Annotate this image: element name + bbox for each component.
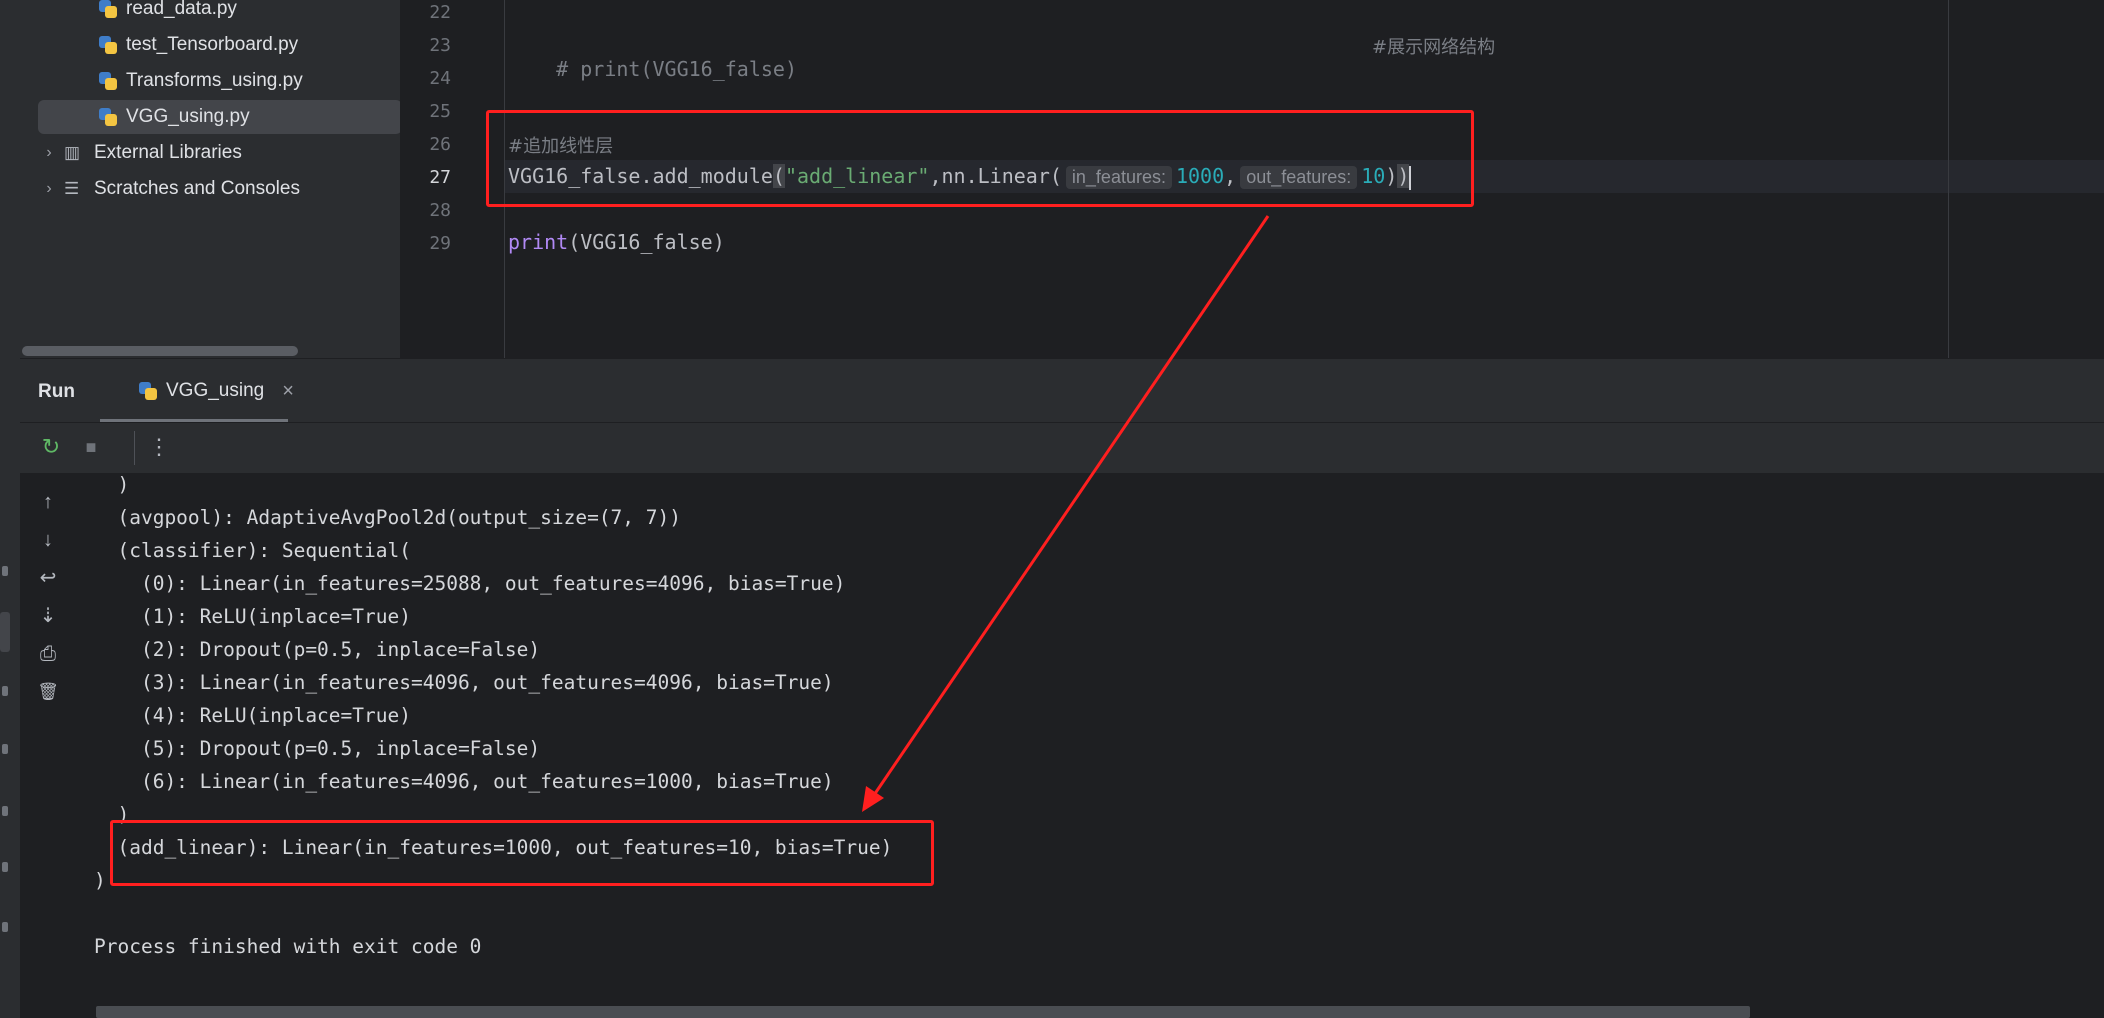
tree-horizontal-scrollbar[interactable] (22, 346, 298, 356)
code-builtin: print (508, 230, 569, 254)
annotation-box-output (110, 820, 934, 886)
line-number: 28 (429, 200, 451, 221)
tree-item-external-libraries[interactable]: › ▥ External Libraries (40, 136, 380, 170)
code-trailing-comment: #展示网络结构 (1372, 37, 1496, 58)
run-tab-vgg-using[interactable]: VGG_using × (100, 359, 294, 423)
code-line-23: # print(VGG16_false) (508, 33, 797, 105)
more-options-icon[interactable]: ⋮ (144, 432, 174, 462)
console-line: (classifier): Sequential( (94, 539, 411, 562)
line-number: 23 (429, 35, 451, 56)
python-file-icon (98, 0, 118, 19)
python-file-icon (98, 71, 118, 91)
tool-icon-selected[interactable] (0, 612, 10, 652)
code-comment: # print(VGG16_false) (556, 57, 797, 81)
code-line-29: print(VGG16_false) (508, 230, 725, 254)
print-icon[interactable]: ⎙ (35, 641, 61, 667)
console-line: (2): Dropout(p=0.5, inplace=False) (94, 638, 541, 661)
tool-icon[interactable] (2, 566, 8, 576)
line-number: 24 (429, 68, 451, 89)
scroll-down-icon[interactable]: ↓ (35, 527, 61, 553)
tree-item-label: VGG_using.py (126, 106, 250, 127)
line-number: 22 (429, 2, 451, 23)
console-horizontal-scrollbar[interactable] (96, 1006, 1750, 1018)
tool-icon[interactable] (2, 806, 8, 816)
run-tab-label: VGG_using (166, 380, 265, 401)
console-line: ) (94, 473, 130, 496)
annotation-box-code (486, 110, 1474, 207)
run-toolbar: ↻ ■ ⋮ (20, 422, 2104, 474)
tree-item-label: read_data.py (126, 0, 237, 19)
console-line: (5): Dropout(p=0.5, inplace=False) (94, 737, 541, 760)
line-number: 26 (429, 134, 451, 155)
stop-icon[interactable]: ■ (76, 432, 106, 462)
python-file-icon (98, 35, 118, 55)
right-margin-guide (1948, 0, 1949, 358)
tree-item-read-data[interactable]: read_data.py (98, 0, 398, 26)
library-icon: ▥ (64, 143, 81, 162)
tree-item-test-tensorboard[interactable]: test_Tensorboard.py (98, 28, 398, 62)
soft-wrap-icon[interactable]: ↩ (35, 565, 61, 591)
python-file-icon (138, 381, 158, 401)
console-output[interactable]: ) (avgpool): AdaptiveAvgPool2d(output_si… (74, 473, 2104, 1018)
tree-item-scratches[interactable]: › ☰ Scratches and Consoles (40, 172, 380, 206)
scratches-icon: ☰ (64, 179, 80, 198)
console-line: (6): Linear(in_features=4096, out_featur… (94, 770, 834, 793)
run-panel-title: Run (38, 381, 75, 402)
tool-icon[interactable] (2, 922, 8, 932)
tree-item-label: Transforms_using.py (126, 70, 303, 91)
line-number: 25 (429, 101, 451, 122)
project-tree: read_data.py test_Tensorboard.py Transfo… (20, 0, 400, 358)
chevron-right-icon[interactable]: › (40, 180, 58, 198)
chevron-right-icon[interactable]: › (40, 144, 58, 162)
trash-icon[interactable]: 🗑 (35, 679, 61, 705)
tool-icon[interactable] (2, 686, 8, 696)
console-line: (avgpool): AdaptiveAvgPool2d(output_size… (94, 506, 681, 529)
python-file-icon (98, 107, 118, 127)
tree-item-vgg-using[interactable]: VGG_using.py (38, 100, 400, 134)
tool-window-strip (0, 0, 21, 1018)
tree-item-label: Scratches and Consoles (94, 178, 300, 199)
scroll-to-end-icon[interactable]: ⇣ (35, 603, 61, 629)
close-icon[interactable]: × (282, 380, 294, 403)
run-tool-window-header: Run VGG_using × (20, 358, 2104, 423)
console-line: (1): ReLU(inplace=True) (94, 605, 411, 628)
tree-item-label: test_Tensorboard.py (126, 34, 299, 55)
tool-icon[interactable] (2, 744, 8, 754)
tree-item-transforms-using[interactable]: Transforms_using.py (98, 64, 398, 98)
console-exit-status: Process finished with exit code 0 (94, 935, 482, 958)
line-number: 29 (429, 233, 451, 254)
tree-item-label: External Libraries (94, 142, 242, 163)
scroll-up-icon[interactable]: ↑ (35, 489, 61, 515)
rerun-icon[interactable]: ↻ (36, 432, 66, 462)
line-number-current: 27 (429, 167, 451, 188)
console-line: (0): Linear(in_features=25088, out_featu… (94, 572, 846, 595)
code-args: (VGG16_false) (568, 230, 725, 254)
tool-icon[interactable] (2, 862, 8, 872)
console-line: ) (94, 869, 106, 892)
console-side-toolbar: ↑ ↓ ↩ ⇣ ⎙ 🗑 (20, 473, 74, 1018)
toolbar-separator (134, 431, 135, 465)
console-line: (3): Linear(in_features=4096, out_featur… (94, 671, 834, 694)
console-line: (4): ReLU(inplace=True) (94, 704, 411, 727)
